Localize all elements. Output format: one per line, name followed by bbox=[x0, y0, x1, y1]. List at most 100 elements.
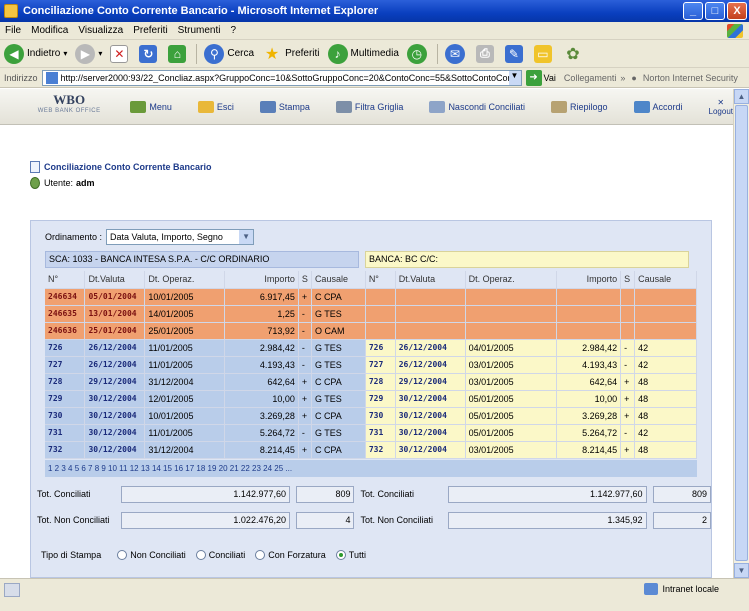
table-row[interactable]: 246634 05/01/2004 10/01/2005 6.917,45 + C CPA bbox=[45, 288, 697, 306]
folder-button[interactable]: ▭ bbox=[533, 44, 555, 63]
table-row[interactable]: 729 30/12/2004 12/01/2005 10,00 + G TES 729 30/… bbox=[45, 390, 697, 408]
scroll-thumb[interactable] bbox=[735, 105, 748, 561]
forward-button[interactable]: ▶ ▾ bbox=[75, 43, 103, 64]
links-expand-icon[interactable]: » bbox=[620, 73, 625, 83]
refresh-button[interactable]: ↻ bbox=[139, 44, 160, 63]
grid-pager[interactable]: 1 2 3 4 5 6 7 8 9 10 11 12 13 14 15 16 1… bbox=[45, 460, 697, 477]
table-cell: C CPA bbox=[311, 373, 366, 391]
norton-label[interactable]: Norton Internet Security bbox=[643, 73, 738, 83]
address-label: Indirizzo bbox=[4, 72, 38, 83]
radio-circle-selected[interactable] bbox=[335, 550, 346, 560]
page-header: Conciliazione Conto Corrente Bancario Ut… bbox=[30, 161, 212, 193]
ordinamento-select[interactable]: Data Valuta, Importo, Segno ▼ bbox=[106, 229, 255, 245]
table-row[interactable]: 726 26/12/2004 11/01/2005 2.984,42- G TES 726… bbox=[45, 339, 697, 357]
home-button[interactable]: ⌂ bbox=[168, 44, 189, 63]
radio-circle[interactable] bbox=[117, 550, 128, 560]
minimize-button[interactable]: _ bbox=[683, 2, 703, 20]
col-header[interactable]: Dt.Valuta bbox=[84, 271, 146, 289]
logout-button[interactable]: ✕ Logout bbox=[709, 98, 733, 116]
nav-riepilogo[interactable]: Riepilogo bbox=[550, 100, 608, 113]
table-cell: 8.214,45 bbox=[224, 441, 299, 459]
table-row[interactable]: 727 26/12/2004 11/01/2005 4.193,43- G TES 727… bbox=[45, 356, 697, 374]
col-header[interactable]: N° bbox=[365, 271, 396, 289]
menu-file[interactable]: File bbox=[0, 25, 26, 36]
scroll-up-icon[interactable]: ▲ bbox=[734, 89, 749, 104]
address-dropdown-icon[interactable]: ▼ bbox=[508, 70, 521, 85]
col-header[interactable]: Dt. Operaz. bbox=[465, 271, 558, 289]
nav-filtra-griglia[interactable]: Filtra Griglia bbox=[335, 100, 403, 113]
table-row[interactable]: 731 30/12/2004 11/01/2005 5.264,72- G TES 731… bbox=[45, 424, 697, 442]
favorites-button[interactable]: ★ Preferiti bbox=[262, 44, 320, 64]
print-button[interactable]: ⎙ bbox=[475, 44, 497, 63]
links-label[interactable]: Collegamenti bbox=[564, 73, 617, 83]
multimedia-button[interactable]: ♪ Multimedia bbox=[327, 43, 399, 64]
menu-strumenti[interactable]: Strumenti bbox=[173, 25, 226, 36]
col-header[interactable]: Dt. Operaz. bbox=[144, 271, 226, 289]
radio-con-forzatura[interactable]: Con Forzatura bbox=[255, 550, 326, 560]
scroll-down-icon[interactable]: ▼ bbox=[734, 563, 749, 578]
col-header[interactable]: Dt.Valuta bbox=[395, 271, 466, 289]
address-input[interactable]: http://server2000:93/22_Concliaz.aspx?Gr… bbox=[41, 69, 522, 86]
table-cell: 642,64 bbox=[556, 373, 622, 391]
close-button[interactable]: X bbox=[727, 2, 747, 20]
nav-accordi[interactable]: Accordi bbox=[633, 100, 683, 113]
radio-tutti[interactable]: Tutti bbox=[335, 550, 366, 560]
totals-conciliati-row: Tot. Conciliati 1.142.977,60 809 Tot. Co… bbox=[31, 483, 711, 505]
table-row[interactable]: 728 29/12/2004 31/12/2004 642,64 + C CPA 728 29… bbox=[45, 373, 697, 391]
table-cell: 732 bbox=[365, 441, 396, 459]
table-cell: 728 bbox=[45, 373, 86, 391]
stop-button[interactable]: ✕ bbox=[110, 44, 131, 63]
chevron-down-icon[interactable]: ▼ bbox=[239, 230, 254, 244]
radio-label: Con Forzatura bbox=[268, 550, 326, 560]
table-row[interactable]: 732 30/12/2004 31/12/2004 8.214,45 + C CPA 732… bbox=[45, 441, 697, 459]
menu-preferiti[interactable]: Preferiti bbox=[128, 25, 172, 36]
account-header: SCA: 1033 - BANCA INTESA S.P.A. - C/C OR… bbox=[45, 251, 689, 268]
menu-modifica[interactable]: Modifica bbox=[26, 25, 73, 36]
table-cell: 732 bbox=[45, 441, 86, 459]
col-header[interactable]: Importo bbox=[556, 271, 622, 289]
grid-body: 246634 05/01/2004 10/01/2005 6.917,45 + C CPA… bbox=[45, 288, 697, 459]
forward-dropdown-icon: ▾ bbox=[98, 49, 103, 58]
table-cell: 48 bbox=[634, 407, 697, 425]
table-row[interactable]: 246635 13/01/2004 14/01/2005 1,25- G TES bbox=[45, 305, 697, 323]
col-header[interactable]: Importo bbox=[224, 271, 299, 289]
norton-icon[interactable]: ● bbox=[631, 73, 636, 83]
col-header[interactable]: S bbox=[298, 271, 312, 289]
edit-button[interactable]: ✎ bbox=[504, 44, 526, 63]
table-cell: 30/12/2004 bbox=[395, 390, 466, 408]
vertical-scrollbar[interactable]: ▲ ▼ bbox=[733, 89, 749, 578]
nav-nascondi-conciliati[interactable]: Nascondi Conciliati bbox=[429, 100, 525, 113]
back-dropdown-icon[interactable]: ▾ bbox=[63, 49, 67, 58]
col-header[interactable]: N° bbox=[45, 271, 86, 289]
menu-visualizza[interactable]: Visualizza bbox=[73, 25, 128, 36]
search-label: Cerca bbox=[227, 48, 255, 59]
radio-circle[interactable] bbox=[195, 550, 206, 560]
col-header[interactable]: Causale bbox=[311, 271, 366, 289]
radio-non-conciliati[interactable]: Non Conciliati bbox=[117, 550, 186, 560]
address-url[interactable]: http://server2000:93/22_Concliaz.aspx?Gr… bbox=[61, 73, 509, 83]
table-row[interactable]: 246636 25/01/2004 25/01/2005 713,92- O CAM bbox=[45, 322, 697, 340]
nav-menu[interactable]: Menu bbox=[130, 100, 172, 113]
nav-esci[interactable]: Esci bbox=[197, 100, 234, 113]
totals-conciliati-right-count: 809 bbox=[652, 485, 711, 503]
table-cell: 4.193,43 bbox=[556, 356, 622, 374]
windows-logo-icon bbox=[727, 23, 743, 38]
messenger-button[interactable]: ✿ bbox=[563, 44, 586, 64]
go-button[interactable]: ➜ Vai bbox=[525, 69, 556, 86]
maximize-button[interactable]: □ bbox=[705, 2, 725, 20]
radio-conciliati[interactable]: Conciliati bbox=[195, 550, 245, 560]
col-header[interactable]: Causale bbox=[634, 271, 697, 289]
nav-stampa[interactable]: Stampa bbox=[259, 100, 310, 113]
table-row[interactable]: 730 30/12/2004 10/01/2005 3.269,28 + C CPA 730… bbox=[45, 407, 697, 425]
mail-button[interactable]: ✉ bbox=[444, 43, 468, 64]
totals-conciliati-left-count: 809 bbox=[295, 485, 355, 503]
menu-help[interactable]: ? bbox=[225, 25, 241, 36]
totals-conciliati-left-amount: 1.142.977,60 bbox=[120, 485, 290, 503]
table-cell: 727 bbox=[45, 356, 86, 374]
search-button[interactable]: ⚲ Cerca bbox=[204, 43, 255, 64]
back-button[interactable]: ◀ Indietro ▾ bbox=[4, 43, 67, 64]
radio-circle[interactable] bbox=[255, 550, 266, 560]
col-header[interactable]: S bbox=[620, 271, 636, 289]
folder-icon: ▭ bbox=[533, 44, 552, 63]
history-button[interactable]: ◷ bbox=[406, 43, 430, 64]
